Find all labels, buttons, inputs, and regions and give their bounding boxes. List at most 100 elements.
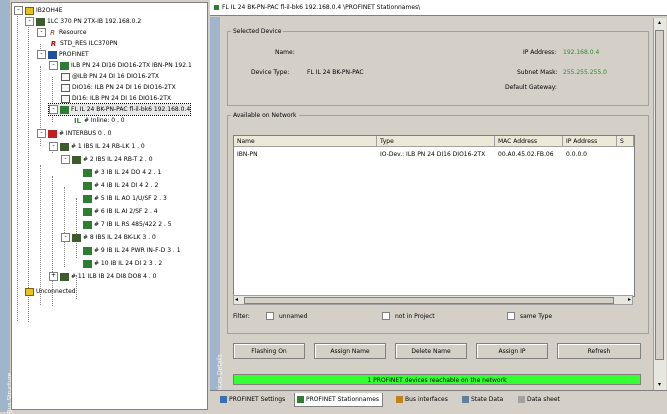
expander-toggle[interactable]: - — [37, 50, 46, 59]
tab-data-sheet[interactable]: Data sheet — [516, 393, 563, 407]
tree-node-controller[interactable]: - 1LC 370 PN 2TX-IB 192.168.0.2 — [25, 16, 141, 27]
tree-node-label: # 6 IB IL AI 2/SF 2 . 4 — [94, 208, 158, 215]
scrollbar-thumb[interactable] — [655, 30, 664, 360]
filter-unnamed-label: unnamed — [279, 313, 308, 320]
module-icon — [61, 83, 70, 92]
tab-label: PROFINET Stationnames — [306, 396, 380, 403]
tree-node-ib-4[interactable]: # 4 IB IL 24 DI 4 2 . 2 — [83, 180, 158, 191]
column-header-s[interactable]: S — [617, 136, 634, 147]
tree-node-ib-10[interactable]: # 10 IB IL 24 DI 2 3 . 2 — [83, 258, 162, 269]
tree-node-label: # 8 IBS IL 24 BK-LK 3 . 0 — [83, 234, 156, 241]
tree-node-unconnected[interactable]: Unconnected — [25, 286, 76, 297]
tree-node-ib-6[interactable]: # 6 IB IL AI 2/SF 2 . 4 — [83, 206, 158, 217]
expander-toggle[interactable]: - — [14, 6, 23, 15]
network-device-table[interactable]: Name Type MAC Address IP Address S IBN-P… — [233, 135, 635, 297]
column-header-mac[interactable]: MAC Address — [495, 136, 563, 147]
tab-profinet-stationnames[interactable]: PROFINET Stationnames — [294, 393, 384, 407]
filter-not-in-project-label: not in Project — [395, 313, 435, 320]
module-icon — [72, 155, 81, 164]
expander-toggle[interactable]: - — [61, 155, 70, 164]
tab-bus-interfaces[interactable]: Bus interfaces — [394, 393, 451, 407]
details-vertical-scrollbar[interactable]: ▴ ▾ — [653, 18, 666, 390]
tree-node-label: # 5 IB IL AO 1/U/SF 2 . 3 — [94, 195, 167, 202]
tree-node-profinet[interactable]: - PROFINET — [37, 49, 89, 60]
bus-structure-tab[interactable]: Bus Structure — [0, 0, 14, 414]
scroll-up-icon[interactable]: ▴ — [655, 18, 664, 28]
details-tab-strip: PROFINET Settings PROFINET Stationnames … — [210, 390, 667, 413]
scrollbar-thumb[interactable] — [244, 297, 614, 304]
tree-node-interbus[interactable]: - # INTERBUS 0 . 0 — [37, 128, 111, 139]
refresh-button[interactable]: Refresh — [557, 343, 641, 359]
interbus-icon — [48, 129, 57, 138]
scroll-right-icon[interactable]: ▸ — [628, 296, 631, 304]
project-tree[interactable]: - IB2OH4E -1LC 370 PN 2TX-IB 192.168.0.2 … — [11, 2, 208, 410]
tree-node-ib-2[interactable]: - # 2 IBS IL 24 RB-T 2 . 0 — [61, 154, 153, 165]
expander-toggle[interactable]: - — [37, 129, 46, 138]
tree-node-label: @ILB PN 24 DI 16 DIO16-2TX — [72, 73, 160, 80]
tree-node-resource[interactable]: - R Resource — [37, 27, 87, 38]
tree-node-inline[interactable]: IL # Inline: 0 . 0 — [73, 115, 125, 126]
expander-toggle[interactable]: + — [49, 272, 58, 281]
subnet-mask-label: Subnet Mask: — [517, 69, 558, 76]
filter-same-type-checkbox[interactable] — [507, 312, 515, 320]
module-icon — [83, 181, 92, 190]
cell-type: IO-Dev.: ILB PN 24 DI16 DIO16-2TX — [380, 151, 486, 158]
expander-toggle[interactable]: - — [49, 105, 58, 114]
tree-node-label: 1LC 370 PN 2TX-IB 192.168.0.2 — [47, 18, 142, 25]
devices-details-tab[interactable]: Devices Details — [210, 17, 224, 401]
tree-node-ilb-sub2[interactable]: DIO16: ILB PN 24 DI 16 DIO16-2TX — [61, 82, 176, 93]
ip-address-value: 192.168.0.4 — [563, 49, 600, 56]
window-title: FL IL 24 BK-PN-PAC fl-il-bk6 192.168.0.4… — [222, 4, 421, 11]
column-header-name[interactable]: Name — [234, 136, 377, 147]
tree-node-label: # 1 IBS IL 24 RB-LK 1 . 0 — [71, 143, 145, 150]
tree-node-fl-il-bk-selected[interactable]: - FL IL 24 BK-PN-PAC fl-il-bk6 192.168.0.… — [47, 103, 192, 116]
device-icon — [60, 105, 69, 114]
tree-node-label: # 9 IB IL 24 PWR IN-F-D 3 . 1 — [94, 247, 181, 254]
filter-label: Filter: — [233, 313, 250, 320]
expander-toggle[interactable]: - — [49, 142, 58, 151]
flashing-on-button[interactable]: Flashing On — [233, 343, 305, 359]
expander-toggle[interactable]: - — [61, 233, 70, 242]
tab-state-data[interactable]: State Data — [460, 393, 506, 407]
column-header-type[interactable]: Type — [377, 136, 495, 147]
cell-name: IBN-PN — [237, 151, 258, 158]
delete-name-button[interactable]: Delete Name — [395, 343, 467, 359]
resource-red-icon: R — [50, 39, 57, 48]
available-on-network-legend: Available on Network — [233, 112, 297, 119]
tree-node-ib-1[interactable]: - # 1 IBS IL 24 RB-LK 1 . 0 — [49, 141, 145, 152]
assign-name-button[interactable]: Assign Name — [314, 343, 386, 359]
tree-node-label: STD_RES ILC370PN — [60, 40, 118, 47]
column-header-ip[interactable]: IP Address — [563, 136, 617, 147]
network-status-bar: 1 PROFINET devices reachable on the netw… — [233, 374, 641, 385]
scroll-left-icon[interactable]: ◂ — [235, 296, 238, 304]
tree-node-ilb-sub3[interactable]: DI16: ILB PN 24 DI 16 DIO16-2TX — [61, 93, 171, 104]
default-gateway-label: Default Gateway: — [505, 84, 557, 91]
tree-node-ib-7[interactable]: # 7 IB IL RS 485/422 2 . 5 — [83, 219, 172, 230]
device-type-label: Device Type: — [251, 69, 290, 76]
cell-ip: 0.0.0.0 — [566, 151, 587, 158]
module-icon — [60, 272, 69, 281]
module-icon — [83, 207, 92, 216]
tree-node-ib-8[interactable]: - # 8 IBS IL 24 BK-LK 3 . 0 — [61, 232, 156, 243]
assign-ip-button[interactable]: Assign IP — [476, 343, 548, 359]
table-horizontal-scrollbar[interactable]: ◂ ▸ — [233, 295, 633, 305]
device-icon — [60, 61, 69, 70]
scroll-down-icon[interactable]: ▾ — [655, 380, 664, 390]
stationnames-icon — [297, 396, 304, 403]
expander-toggle[interactable]: - — [49, 61, 58, 70]
filter-unnamed-checkbox[interactable] — [266, 312, 274, 320]
tree-node-ilb-sub1[interactable]: @ILB PN 24 DI 16 DIO16-2TX — [61, 71, 159, 82]
filter-not-in-project-checkbox[interactable] — [382, 312, 390, 320]
tree-node-std-res[interactable]: R STD_RES ILC370PN — [49, 38, 118, 49]
tree-node-ib-5[interactable]: # 5 IB IL AO 1/U/SF 2 . 3 — [83, 193, 167, 204]
tree-node-project[interactable]: - IB2OH4E — [14, 5, 63, 16]
expander-toggle[interactable]: - — [25, 17, 34, 26]
tree-node-ib-11[interactable]: + # 11 ILB IB 24 DI8 DO8 4 . 0 — [49, 271, 157, 282]
device-type-value: FL IL 24 BK-PN-PAC — [307, 69, 364, 76]
expander-toggle[interactable]: - — [37, 28, 46, 37]
tab-profinet-settings[interactable]: PROFINET Settings — [218, 393, 288, 407]
window-title-bar: FL IL 24 BK-PN-PAC fl-il-bk6 192.168.0.4… — [210, 0, 667, 16]
tree-node-ilb-pn[interactable]: - ILB PN 24 DI16 DIO16-2TX IBN-PN 192.1 — [49, 60, 192, 71]
tree-node-ib-3[interactable]: # 3 IB IL 24 DO 4 2 . 1 — [83, 167, 161, 178]
tree-node-ib-9[interactable]: # 9 IB IL 24 PWR IN-F-D 3 . 1 — [83, 245, 181, 256]
